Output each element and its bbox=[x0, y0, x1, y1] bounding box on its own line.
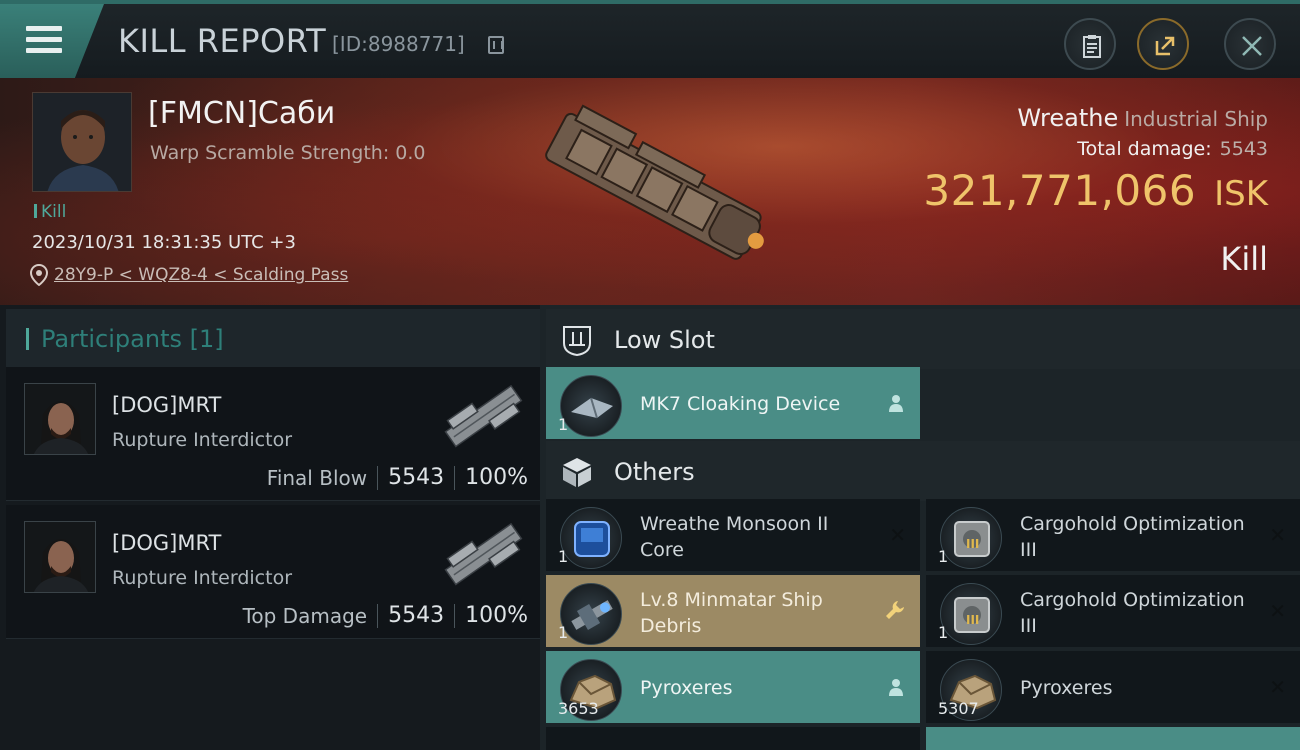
item-name: Cargohold Optimization III bbox=[1020, 513, 1245, 561]
tier-badge: III bbox=[966, 613, 980, 627]
isk-value: 321,771,066 bbox=[923, 166, 1197, 215]
divider bbox=[377, 603, 379, 628]
item-quantity: 3653 bbox=[558, 699, 599, 718]
victim-ship-image bbox=[545, 104, 764, 260]
location-pin-icon bbox=[30, 264, 48, 286]
victim-ship-name[interactable]: Wreathe bbox=[1017, 104, 1118, 132]
top-bar: KILL REPORT [ID:8988771] bbox=[0, 0, 1300, 78]
participant-name[interactable]: [DOG]MRT bbox=[112, 393, 221, 417]
item-cargohold-optimization[interactable]: III 1 Cargohold Optimization III ✕ bbox=[926, 575, 1300, 647]
hamburger-icon bbox=[26, 26, 62, 54]
location-link[interactable]: 28Y9-P < WQZ8-4 < Scalding Pass bbox=[54, 265, 348, 285]
destroyed-icon: ✕ bbox=[1269, 599, 1286, 623]
tier-badge: III bbox=[966, 537, 980, 551]
participant-ship: Rupture Interdictor bbox=[112, 567, 292, 589]
item-icon bbox=[560, 375, 622, 437]
participants-title: Participants [1] bbox=[26, 325, 224, 353]
item-icon bbox=[560, 507, 622, 569]
total-damage-value: 5543 bbox=[1219, 138, 1268, 160]
total-damage-label: Total damage: bbox=[1077, 138, 1212, 160]
participant-card[interactable]: [DOG]MRT Rupture Interdictor Final Blow … bbox=[6, 367, 540, 501]
item-quantity: 1 bbox=[558, 415, 569, 434]
participant-avatar[interactable] bbox=[24, 521, 96, 593]
divider bbox=[454, 603, 456, 628]
participant-avatar[interactable] bbox=[24, 383, 96, 455]
item-ship-debris[interactable]: 1 Lv.8 Minmatar Ship Debris bbox=[546, 575, 920, 647]
item-quantity: 1 bbox=[558, 623, 569, 642]
divider bbox=[454, 465, 456, 490]
victim-banner: [FMCN]Саби Warp Scramble Strength: 0.0 K… bbox=[0, 78, 1300, 305]
page-title: KILL REPORT bbox=[118, 22, 327, 60]
items-panel: Low Slot 1 MK7 Cloaking Device Others 1 … bbox=[540, 305, 1300, 750]
participant-role: Top Damage bbox=[242, 603, 368, 628]
total-damage-line: Total damage: 5543 bbox=[1077, 138, 1268, 160]
item-quantity: 1 bbox=[938, 547, 949, 566]
item-name: Pyroxeres bbox=[640, 677, 733, 699]
participant-name[interactable]: [DOG]MRT bbox=[112, 531, 221, 555]
victim-name[interactable]: [FMCN]Саби bbox=[148, 96, 335, 131]
item-pyroxeres[interactable]: 5307 Pyroxeres ✕ bbox=[926, 651, 1300, 723]
item-cargohold-optimization[interactable]: III 1 Cargohold Optimization III ✕ bbox=[926, 499, 1300, 571]
participant-ship: Rupture Interdictor bbox=[112, 429, 292, 451]
item-row-partial[interactable] bbox=[926, 727, 1300, 750]
low-slot-icon bbox=[563, 326, 591, 357]
destroyed-icon: ✕ bbox=[1269, 523, 1286, 547]
participant-percent: 100% bbox=[465, 465, 528, 490]
victim-ship-line: Wreathe Industrial Ship bbox=[1017, 104, 1268, 132]
cube-icon bbox=[563, 458, 591, 487]
participant-ship-image bbox=[444, 522, 523, 586]
clipboard-icon bbox=[1083, 35, 1101, 58]
low-slot-label: Low Slot bbox=[614, 326, 715, 354]
participant-card[interactable]: [DOG]MRT Rupture Interdictor Top Damage … bbox=[6, 505, 540, 639]
kill-tag: Kill bbox=[34, 202, 66, 222]
wrench-icon[interactable] bbox=[884, 599, 906, 621]
item-name: Cargohold Optimization III bbox=[1020, 589, 1245, 637]
item-icon bbox=[560, 583, 622, 645]
participant-stats: Top Damage 5543 100% bbox=[243, 603, 528, 628]
victim-ship-class: Industrial Ship bbox=[1124, 107, 1268, 131]
participant-percent: 100% bbox=[465, 603, 528, 628]
item-quantity: 5307 bbox=[938, 699, 979, 718]
isk-unit: ISK bbox=[1214, 174, 1268, 214]
pilot-icon[interactable] bbox=[886, 393, 906, 413]
item-name: Wreathe Monsoon II Core bbox=[640, 513, 829, 561]
participant-ship-image bbox=[444, 384, 523, 448]
item-quantity: 1 bbox=[558, 547, 569, 566]
pilot-icon[interactable] bbox=[886, 677, 906, 697]
victim-avatar[interactable] bbox=[32, 92, 132, 192]
item-pyroxeres[interactable]: 3653 Pyroxeres bbox=[546, 651, 920, 723]
participant-damage: 5543 bbox=[388, 603, 445, 628]
item-name: MK7 Cloaking Device bbox=[640, 393, 841, 415]
copy-icon[interactable] bbox=[488, 36, 504, 54]
divider bbox=[377, 465, 379, 490]
participants-header: Participants [1] bbox=[6, 309, 540, 367]
others-label: Others bbox=[614, 458, 695, 486]
report-button[interactable] bbox=[1064, 18, 1116, 70]
share-icon bbox=[1155, 36, 1175, 56]
destroyed-icon: ✕ bbox=[1269, 675, 1286, 699]
participant-damage: 5543 bbox=[388, 465, 445, 490]
item-cloaking-device[interactable]: 1 MK7 Cloaking Device bbox=[546, 367, 920, 439]
menu-button[interactable] bbox=[0, 4, 104, 78]
low-slot-header: Low Slot bbox=[546, 309, 1300, 369]
item-name: Lv.8 Minmatar Ship Debris bbox=[640, 589, 823, 637]
warp-scramble-strength: Warp Scramble Strength: 0.0 bbox=[150, 142, 426, 164]
report-id: [ID:8988771] bbox=[332, 32, 465, 56]
close-button[interactable] bbox=[1224, 18, 1276, 70]
item-quantity: 1 bbox=[938, 623, 949, 642]
kill-result: Kill bbox=[1220, 240, 1268, 278]
item-row-partial[interactable] bbox=[546, 727, 920, 750]
participant-stats: Final Blow 5543 100% bbox=[267, 465, 528, 490]
kill-datetime: 2023/10/31 18:31:35 UTC +3 bbox=[32, 232, 296, 253]
share-button[interactable] bbox=[1137, 18, 1189, 70]
item-monsoon-core[interactable]: 1 Wreathe Monsoon II Core ✕ bbox=[546, 499, 920, 571]
isk-line: 321,771,066 ISK bbox=[923, 166, 1268, 215]
participant-role: Final Blow bbox=[266, 465, 368, 490]
close-icon bbox=[1242, 36, 1262, 56]
participants-panel: Participants [1] [DOG]MRT Rupture Interd… bbox=[0, 305, 540, 750]
others-header: Others bbox=[546, 441, 1300, 501]
destroyed-icon: ✕ bbox=[889, 523, 906, 547]
item-name: Pyroxeres bbox=[1020, 677, 1113, 699]
